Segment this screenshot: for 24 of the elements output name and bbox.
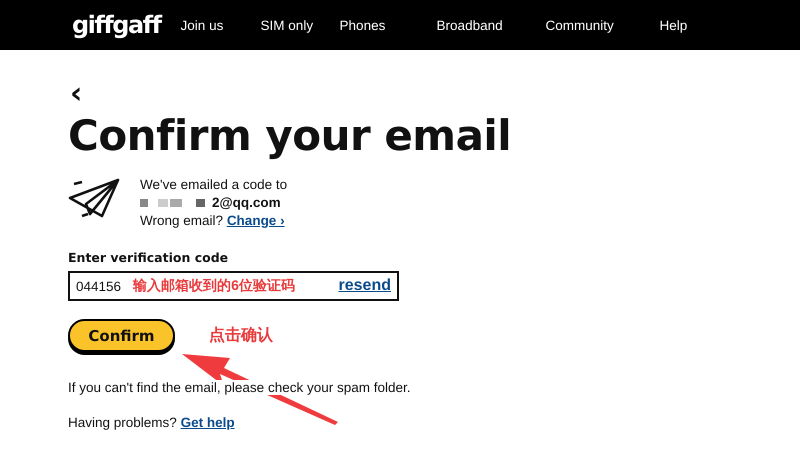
problems-text: Having problems? bbox=[68, 415, 177, 430]
sent-text: We've emailed a code to bbox=[140, 176, 288, 194]
page-title: Confirm your email bbox=[68, 112, 512, 160]
back-icon[interactable]: ‹ bbox=[68, 84, 82, 106]
nav-link[interactable]: Help bbox=[660, 18, 700, 32]
code-field[interactable]: 044156 输入邮箱收到的6位验证码 resend bbox=[68, 271, 399, 301]
resend-link[interactable]: resend bbox=[338, 277, 391, 295]
nav-link[interactable]: Community bbox=[546, 18, 660, 32]
annotation-text: 输入邮箱收到的6位验证码 bbox=[133, 277, 296, 295]
email-text: 2@qq.com bbox=[212, 194, 281, 212]
paper-plane-icon bbox=[68, 176, 120, 220]
nav-link[interactable]: SIM only bbox=[260, 18, 340, 32]
spam-note: If you can't find the email, please check your spam folder. bbox=[68, 380, 411, 395]
field-label: Enter verification code bbox=[68, 250, 230, 265]
logo[interactable]: giffgaff bbox=[72, 11, 161, 39]
change-link[interactable]: Change › bbox=[226, 213, 285, 228]
annotation-text: 点击确认 bbox=[209, 326, 273, 346]
nav-link[interactable]: Join us bbox=[180, 18, 261, 32]
nav-link[interactable]: Phones bbox=[340, 18, 437, 32]
nav-link[interactable]: Broadband bbox=[436, 18, 546, 32]
redacted-email-drawing bbox=[140, 198, 208, 208]
help-link[interactable]: Get help bbox=[180, 415, 235, 430]
wrong-email-text: Wrong email? bbox=[140, 213, 224, 228]
confirm-button[interactable]: Confirm bbox=[68, 319, 175, 352]
